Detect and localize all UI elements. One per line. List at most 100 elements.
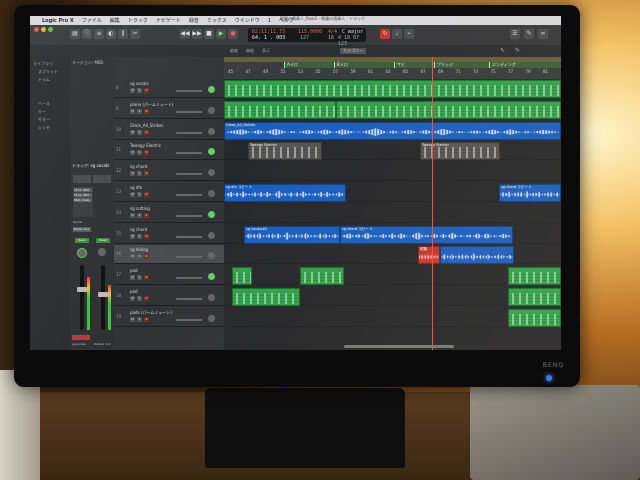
library-item[interactable]: ギター bbox=[38, 117, 50, 123]
track-name[interactable]: sg dfx bbox=[130, 185, 142, 190]
automation-read-right[interactable]: Read bbox=[96, 238, 110, 243]
track-header[interactable]: 16 sg dialog M S R bbox=[114, 245, 224, 265]
menu-app[interactable]: Logic Pro X bbox=[42, 18, 74, 24]
mute-button[interactable]: M bbox=[130, 88, 135, 93]
audio-region[interactable]: sg vocals#2 bbox=[244, 225, 340, 244]
pan-knob[interactable] bbox=[208, 210, 215, 218]
mute-button[interactable]: M bbox=[130, 296, 135, 301]
output-fader-track[interactable] bbox=[101, 265, 105, 330]
volume-slider[interactable] bbox=[176, 214, 202, 217]
midi-region[interactable] bbox=[232, 267, 252, 286]
play-icon[interactable]: ▶ bbox=[216, 29, 226, 39]
menu-track[interactable]: トラック bbox=[128, 17, 148, 24]
volume-fader-cap[interactable] bbox=[77, 287, 87, 292]
track-header[interactable]: 8 sg vocals M S R bbox=[114, 79, 224, 98]
record-enable-button[interactable]: R bbox=[144, 171, 149, 177]
audio-region[interactable]: 試験 bbox=[418, 246, 440, 265]
track-header[interactable]: 13 sg dfx M S R bbox=[114, 183, 224, 202]
volume-slider[interactable] bbox=[176, 298, 202, 300]
mute-button[interactable]: M bbox=[130, 233, 135, 239]
region-inspector-label[interactable]: リージョン: MIDI bbox=[72, 60, 103, 66]
audio-region[interactable]: Glass_All_Strikes bbox=[224, 121, 561, 140]
marker[interactable]: ブリッジ bbox=[434, 62, 492, 68]
midi-region[interactable]: Twangy Electric bbox=[248, 142, 322, 161]
track-header[interactable]: 19 pads (パームミュート) M S R bbox=[114, 308, 224, 327]
menu-file[interactable]: ファイル bbox=[82, 17, 102, 24]
pan-knob[interactable] bbox=[208, 127, 215, 135]
mute-button[interactable]: M bbox=[130, 150, 135, 156]
volume-slider[interactable] bbox=[176, 90, 202, 92]
library-item[interactable]: スプリット bbox=[38, 69, 58, 75]
menu-edit[interactable]: 編集 bbox=[110, 17, 120, 24]
list-editors-icon[interactable]: ☰ bbox=[510, 29, 520, 39]
close-window-icon[interactable] bbox=[34, 27, 39, 32]
view-menu[interactable]: 表示 bbox=[262, 48, 270, 54]
track-name[interactable]: sg cutting bbox=[130, 206, 150, 211]
track-header[interactable]: 18 pad M S R bbox=[114, 287, 224, 306]
library-item[interactable]: キー bbox=[38, 109, 46, 115]
mixer-icon[interactable]: ⫼ bbox=[118, 29, 128, 39]
record-enable-button[interactable]: R bbox=[144, 88, 149, 93]
record-enable-button[interactable]: R bbox=[144, 275, 149, 281]
power-led[interactable] bbox=[546, 375, 552, 381]
smart-controls-icon[interactable]: ◐ bbox=[106, 29, 116, 39]
mute-button[interactable]: M bbox=[130, 275, 135, 281]
volume-slider[interactable] bbox=[176, 194, 202, 196]
solo-button[interactable]: S bbox=[137, 212, 142, 218]
tuner-icon[interactable]: ⌁ bbox=[404, 29, 414, 39]
volume-slider[interactable] bbox=[176, 256, 202, 259]
audio-region[interactable]: sg dfx コピー 2 bbox=[224, 184, 346, 202]
pointer-tool-icon[interactable]: ↖ bbox=[500, 47, 505, 54]
audio-region[interactable]: sg chord コピー 2 bbox=[499, 184, 561, 202]
menu-navigate[interactable]: ナビゲート bbox=[156, 17, 181, 24]
track-name[interactable]: sg vocals bbox=[130, 81, 149, 86]
output-fader-cap[interactable] bbox=[98, 292, 108, 297]
record-enable-button[interactable]: R bbox=[144, 212, 149, 218]
track-header[interactable]: 15 sg chord M S R bbox=[114, 225, 224, 244]
category-selector[interactable]: カテゴリー bbox=[340, 48, 366, 54]
pan-knob[interactable] bbox=[208, 148, 215, 156]
record-enable-button[interactable]: R bbox=[144, 233, 149, 239]
horizontal-scrollbar[interactable] bbox=[344, 345, 454, 348]
record-icon[interactable]: ● bbox=[228, 29, 238, 39]
menu-window[interactable]: ウインドウ bbox=[235, 17, 260, 24]
solo-button[interactable]: S bbox=[137, 192, 142, 197]
mute-button[interactable]: M bbox=[130, 192, 135, 197]
pencil-tool-icon[interactable]: ✎ bbox=[515, 47, 520, 54]
track-name[interactable]: Twangy Electric bbox=[130, 143, 161, 148]
plugin-slot[interactable]: PAZ- Analy bbox=[74, 198, 92, 202]
mute-bar[interactable] bbox=[72, 335, 90, 340]
notepad-icon[interactable]: ✎ bbox=[524, 29, 534, 39]
midi-region[interactable] bbox=[508, 288, 561, 306]
track-lane[interactable] bbox=[224, 204, 561, 223]
track-name[interactable]: pad bbox=[130, 268, 138, 273]
editors-icon[interactable]: ✂ bbox=[130, 29, 140, 39]
volume-slider[interactable] bbox=[176, 173, 202, 176]
plugin-slot[interactable]: LF-LL Ultd bbox=[74, 193, 92, 197]
pan-knob[interactable] bbox=[208, 294, 215, 301]
metronome-icon[interactable]: ♩ bbox=[392, 29, 402, 39]
pan-knob[interactable] bbox=[208, 86, 215, 93]
library-icon[interactable]: ▤ bbox=[70, 29, 80, 39]
track-header[interactable]: 17 pad M S R bbox=[114, 266, 224, 286]
volume-fader-track[interactable] bbox=[80, 265, 84, 330]
marker[interactable]: Bメロ bbox=[334, 62, 397, 68]
mute-button[interactable]: M bbox=[130, 129, 135, 135]
mute-button[interactable]: M bbox=[130, 254, 135, 260]
volume-slider[interactable] bbox=[176, 131, 202, 134]
midi-region[interactable] bbox=[300, 267, 344, 286]
track-header[interactable]: 9 piano (パームミュート) M S R bbox=[114, 100, 224, 119]
midi-region[interactable] bbox=[508, 308, 561, 327]
solo-button[interactable]: S bbox=[137, 108, 142, 114]
track-name[interactable]: sg dialog bbox=[130, 247, 148, 252]
library-item[interactable]: シンセ bbox=[38, 125, 50, 131]
solo-button[interactable]: S bbox=[137, 233, 142, 239]
record-enable-button[interactable]: R bbox=[144, 316, 149, 322]
solo-button[interactable]: S bbox=[137, 171, 142, 177]
menu-record[interactable]: 録音 bbox=[189, 17, 199, 24]
library-item[interactable]: ベース bbox=[38, 101, 50, 107]
solo-button[interactable]: S bbox=[137, 88, 142, 93]
audio-region[interactable]: sg chord コピー 3 bbox=[340, 225, 513, 244]
track-name[interactable]: pads (パームミュート) bbox=[130, 310, 172, 316]
plugin-slot[interactable]: LF-LL Ultd bbox=[74, 188, 92, 192]
